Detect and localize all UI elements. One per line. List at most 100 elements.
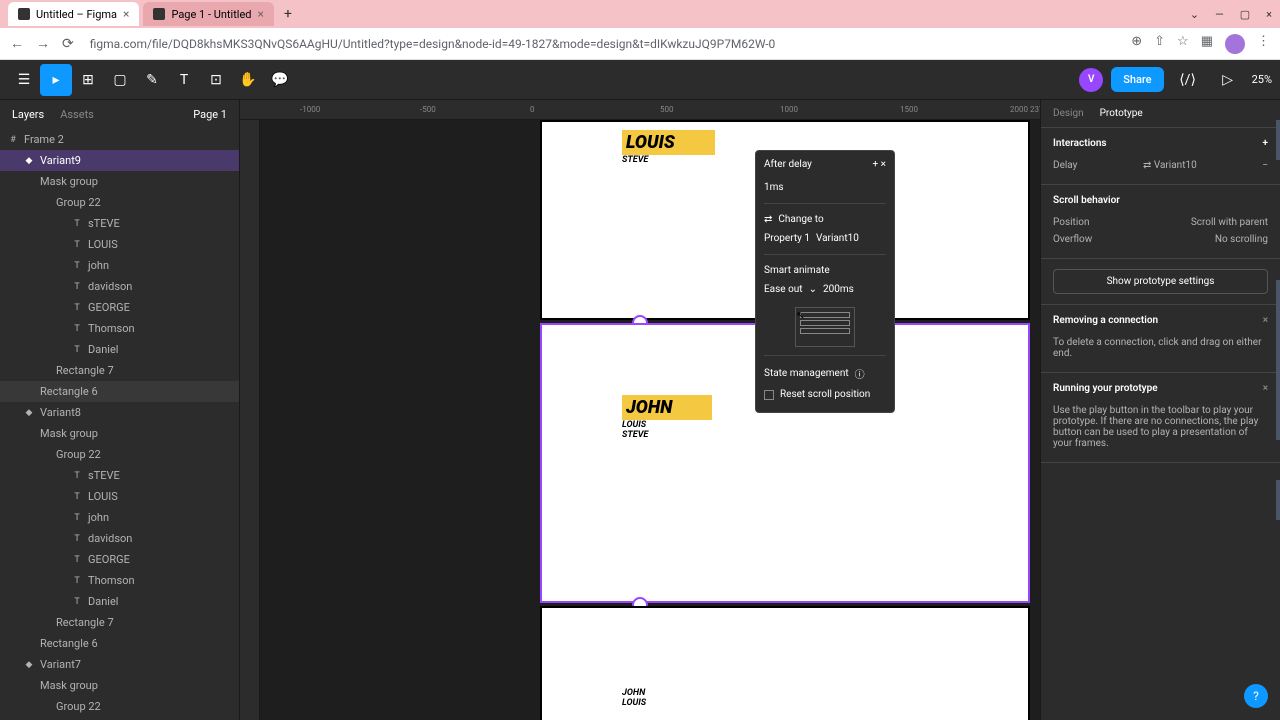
- overflow-label: Overflow: [1053, 234, 1092, 245]
- layer-text[interactable]: TThomson: [0, 570, 239, 591]
- url-field[interactable]: figma.com/file/DQD8khsMKS3QNvQS6AAgHU/Un…: [86, 33, 1120, 55]
- profile-avatar[interactable]: [1225, 34, 1245, 54]
- layer-text[interactable]: TLOUIS: [0, 486, 239, 507]
- close-icon[interactable]: ×: [1263, 315, 1268, 326]
- action-label[interactable]: Change to: [778, 214, 823, 225]
- pen-tool[interactable]: ✎: [136, 64, 168, 96]
- layer-text[interactable]: Tdavidson: [0, 528, 239, 549]
- add-interaction-icon[interactable]: +: [1263, 138, 1269, 149]
- easing-select[interactable]: Ease out: [764, 284, 803, 295]
- layer-text[interactable]: TsTEVE: [0, 213, 239, 234]
- remove-icon[interactable]: −: [1262, 160, 1268, 171]
- layer-mask[interactable]: Mask group: [0, 423, 239, 444]
- user-badge[interactable]: V: [1079, 68, 1103, 92]
- animation-label[interactable]: Smart animate: [764, 265, 830, 276]
- duration-value[interactable]: 200ms: [823, 284, 854, 295]
- comment-tool[interactable]: 💬: [264, 64, 296, 96]
- layer-group[interactable]: Group 22: [0, 192, 239, 213]
- search-icon[interactable]: ⊕: [1131, 34, 1142, 54]
- design-tab[interactable]: Design: [1053, 108, 1084, 119]
- layer-group[interactable]: Group 22: [0, 444, 239, 465]
- move-tool[interactable]: ▸: [40, 64, 72, 96]
- minimize-icon[interactable]: —: [1215, 8, 1224, 21]
- chevron-down-icon[interactable]: ⌄: [809, 284, 817, 295]
- tab-title: Page 1 - Untitled: [171, 8, 251, 21]
- interaction-target[interactable]: Variant10: [1154, 160, 1197, 171]
- layer-mask[interactable]: Mask group: [0, 171, 239, 192]
- back-icon[interactable]: ←: [10, 35, 24, 52]
- extensions-icon[interactable]: ▦: [1201, 34, 1213, 54]
- layer-text[interactable]: Tdavidson: [0, 276, 239, 297]
- layer-text[interactable]: TDaniel: [0, 339, 239, 360]
- share-button[interactable]: Share: [1111, 67, 1163, 92]
- text-tool[interactable]: T: [168, 64, 200, 96]
- layers-tab[interactable]: Layers: [12, 108, 44, 121]
- prototype-tab[interactable]: Prototype: [1100, 108, 1143, 119]
- close-icon[interactable]: ×: [1263, 383, 1268, 394]
- chevron-down-icon[interactable]: ⌄: [1190, 8, 1199, 21]
- layer-frame[interactable]: #Frame 2: [0, 129, 239, 150]
- delay-value[interactable]: 1ms: [764, 182, 784, 193]
- close-tab-icon[interactable]: ×: [258, 7, 264, 21]
- layer-variant[interactable]: ◆Variant7: [0, 654, 239, 675]
- layer-text[interactable]: Tjohn: [0, 507, 239, 528]
- reset-scroll-checkbox[interactable]: [764, 390, 774, 400]
- layer-variant[interactable]: ◆Variant9: [0, 150, 239, 171]
- browser-tab-active[interactable]: Untitled – Figma ×: [8, 2, 139, 26]
- show-prototype-settings-button[interactable]: Show prototype settings: [1053, 269, 1268, 294]
- interaction-trigger[interactable]: Delay: [1053, 160, 1077, 171]
- address-bar: ← → ⟳ figma.com/file/DQD8khsMKS3QNvQS6AA…: [0, 28, 1280, 60]
- add-icon[interactable]: +: [872, 159, 878, 170]
- forward-icon[interactable]: →: [36, 35, 50, 52]
- close-icon[interactable]: ×: [881, 159, 886, 170]
- figma-favicon: [153, 8, 165, 20]
- ruler-horizontal: -1000 -500 0 500 1000 1500 2000 2370: [240, 100, 1040, 120]
- overflow-value[interactable]: No scrolling: [1215, 234, 1268, 245]
- layer-mask[interactable]: Mask group: [0, 675, 239, 696]
- prototype-panel: Design Prototype Interactions+ Delay⇄ Va…: [1040, 100, 1280, 720]
- layer-rect[interactable]: Rectangle 7: [0, 612, 239, 633]
- bookmark-icon[interactable]: ☆: [1177, 34, 1189, 54]
- position-value[interactable]: Scroll with parent: [1191, 217, 1268, 228]
- close-window-icon[interactable]: ×: [1266, 8, 1272, 21]
- menu-icon[interactable]: ⋮: [1257, 34, 1270, 54]
- layer-rect[interactable]: Rectangle 6: [0, 381, 239, 402]
- new-tab-button[interactable]: +: [278, 4, 298, 24]
- frame-title-text: LOUIS: [622, 130, 715, 155]
- layer-text[interactable]: Tjohn: [0, 255, 239, 276]
- maximize-icon[interactable]: ▢: [1240, 8, 1250, 21]
- hand-tool[interactable]: ✋: [232, 64, 264, 96]
- layer-text[interactable]: TDaniel: [0, 591, 239, 612]
- play-icon[interactable]: ▷: [1212, 64, 1244, 96]
- close-tab-icon[interactable]: ×: [123, 7, 129, 21]
- layer-variant[interactable]: ◆Variant8: [0, 402, 239, 423]
- dev-mode-toggle[interactable]: ⟨/⟩: [1172, 64, 1204, 96]
- assets-tab[interactable]: Assets: [60, 108, 94, 121]
- layer-rect[interactable]: Rectangle 6: [0, 633, 239, 654]
- frame-tool[interactable]: ⊞: [72, 64, 104, 96]
- shape-tool[interactable]: ▢: [104, 64, 136, 96]
- resources-tool[interactable]: ⊡: [200, 64, 232, 96]
- page-selector[interactable]: Page 1: [193, 108, 227, 121]
- trigger-label[interactable]: After delay: [764, 159, 812, 170]
- layer-group[interactable]: Group 22: [0, 696, 239, 717]
- browser-tab-inactive[interactable]: Page 1 - Untitled ×: [143, 2, 273, 26]
- variant-value[interactable]: Variant10: [816, 233, 859, 244]
- share-icon[interactable]: ⇧: [1154, 34, 1165, 54]
- layer-text[interactable]: TGEORGE: [0, 297, 239, 318]
- component-icon: ◆: [24, 660, 34, 670]
- layer-rect[interactable]: Rectangle 7: [0, 360, 239, 381]
- layer-text[interactable]: TThomson: [0, 318, 239, 339]
- layer-text[interactable]: TGEORGE: [0, 549, 239, 570]
- reload-icon[interactable]: ⟳: [62, 36, 74, 52]
- layer-text[interactable]: TLOUIS: [0, 234, 239, 255]
- zoom-level[interactable]: 25%: [1252, 73, 1272, 86]
- main-menu-icon[interactable]: ☰: [8, 64, 40, 96]
- help-button[interactable]: ?: [1244, 684, 1268, 708]
- canvas-frame[interactable]: JOHN LOUIS: [540, 606, 1030, 720]
- window-controls: ⌄ — ▢ ×: [1190, 8, 1272, 21]
- layer-text[interactable]: TsTEVE: [0, 465, 239, 486]
- layers-tree: #Frame 2 ◆Variant9 Mask group Group 22 T…: [0, 129, 239, 720]
- canvas[interactable]: -1000 -500 0 500 1000 1500 2000 2370 LOU…: [240, 100, 1040, 720]
- info-icon[interactable]: ⓘ: [855, 366, 865, 381]
